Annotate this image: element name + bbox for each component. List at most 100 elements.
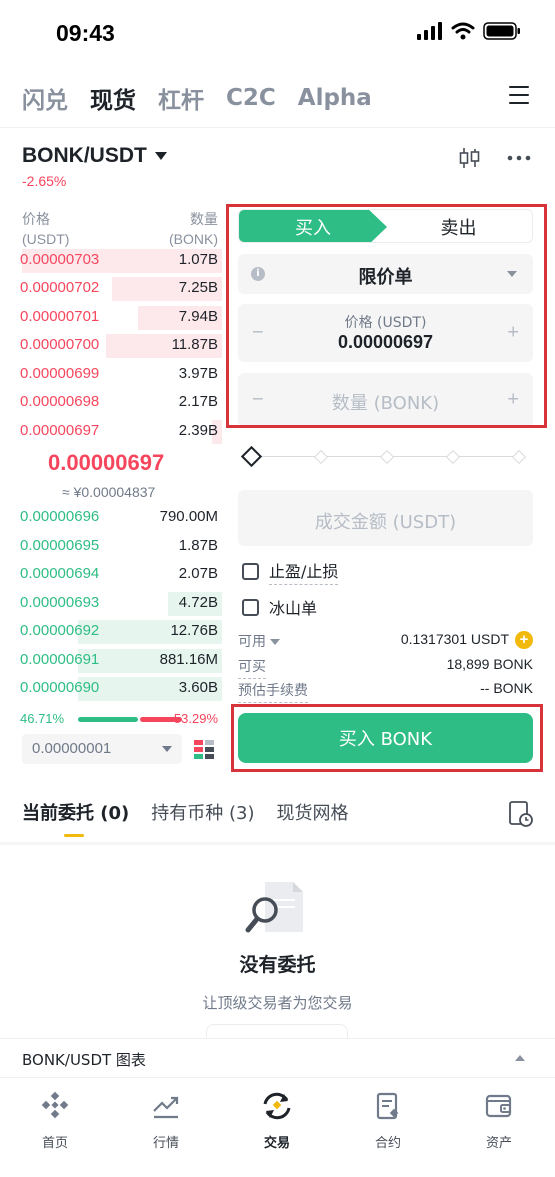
active-tab-indicator <box>64 834 84 837</box>
wallet-icon <box>485 1094 512 1118</box>
nav-home[interactable]: 首页 <box>15 1090 95 1151</box>
last-price[interactable]: 0.00000697 <box>48 450 164 476</box>
caret-down-icon <box>154 152 167 160</box>
top-tabs: 闪兑 现货 杠杆 C2C Alpha <box>22 78 372 118</box>
empty-subtitle: 让顶级交易者为您交易 <box>202 994 353 1012</box>
ask-row[interactable]: 0.00000700 11.87B <box>20 333 222 359</box>
precision-select[interactable]: 0.00000001 <box>22 734 182 764</box>
checkbox-icon[interactable] <box>242 598 259 616</box>
ask-row[interactable]: 0.00000697 2.39B <box>20 419 222 445</box>
copy-trading-button[interactable] <box>206 1024 348 1038</box>
price-header: 价格 <box>22 211 50 227</box>
last-price-fiat: ≈ ¥0.00004837 <box>62 484 156 500</box>
side-toggle: 买入 卖出 <box>238 209 533 243</box>
ask-qty: 2.17B <box>178 393 218 410</box>
buy-tab[interactable]: 买入 <box>239 210 387 242</box>
chart-toggle-bar[interactable]: BONK/USDT 图表 <box>0 1038 555 1078</box>
section-divider <box>0 842 555 845</box>
ask-price: 0.00000700 <box>20 336 100 353</box>
bid-row[interactable]: 0.00000692 12.76B <box>20 619 222 645</box>
iceberg-label: 冰山单 <box>269 599 318 618</box>
total-amount-input[interactable]: 成交金额 (USDT) <box>238 490 533 546</box>
ask-row[interactable]: 0.00000699 3.97B <box>20 362 218 388</box>
ask-price: 0.00000702 <box>20 279 100 296</box>
bid-price: 0.00000692 <box>20 622 100 639</box>
tab-margin[interactable]: 杠杆 <box>158 81 204 115</box>
bid-qty: 1.87B <box>178 537 218 554</box>
candlestick-chart-icon[interactable] <box>458 146 482 170</box>
bid-qty: 790.00M <box>159 508 218 525</box>
qty-header: 数量 <box>190 211 218 227</box>
buy-submit-button[interactable]: 买入 BONK <box>238 713 533 763</box>
home-icon <box>41 1091 69 1119</box>
nav-markets[interactable]: 行情 <box>126 1090 206 1151</box>
price-stepper[interactable]: − 价格 (USDT) 0.00000697 + <box>238 304 533 362</box>
bid-qty: 3.60B <box>178 679 218 696</box>
fee-value: -- BONK <box>480 680 533 696</box>
tp-sl-checkbox[interactable]: 止盈/止损 <box>242 558 339 585</box>
tab-alpha[interactable]: Alpha <box>298 85 372 111</box>
fee-row: 预估手续费 -- BONK <box>238 680 533 703</box>
nav-trade[interactable]: 交易 <box>237 1090 317 1151</box>
checkbox-icon[interactable] <box>242 563 259 580</box>
ask-row[interactable]: 0.00000701 7.94B <box>20 305 222 331</box>
available-selector[interactable]: 可用 <box>238 631 280 651</box>
tab-open-orders[interactable]: 当前委托 (0) <box>22 799 129 825</box>
quantity-stepper[interactable]: − 数量 (BONK) + <box>238 373 533 427</box>
pair-change: -2.65% <box>22 173 67 189</box>
price-input-label: 价格 (USDT) <box>344 315 427 331</box>
tab-convert[interactable]: 闪兑 <box>22 81 68 115</box>
plus-icon[interactable]: + <box>507 322 519 345</box>
bid-qty: 4.72B <box>178 594 218 611</box>
slider-handle[interactable] <box>240 445 263 468</box>
bid-row[interactable]: 0.00000691 881.16M <box>20 648 222 674</box>
ask-price: 0.00000701 <box>20 308 100 325</box>
tp-sl-label: 止盈/止损 <box>269 558 339 585</box>
nav-futures[interactable]: 合约 <box>348 1090 428 1151</box>
ask-row[interactable]: 0.00000698 2.17B <box>20 390 218 416</box>
amount-slider[interactable] <box>240 445 527 468</box>
can-buy-row: 可买 18,899 BONK <box>238 656 533 679</box>
tab-spot-grid[interactable]: 现货网格 <box>276 799 348 825</box>
slider-step[interactable] <box>313 449 329 465</box>
nav-assets[interactable]: 资产 <box>459 1090 539 1151</box>
bid-row[interactable]: 0.00000694 2.07B <box>20 562 218 588</box>
slider-step[interactable] <box>445 449 461 465</box>
slider-step[interactable] <box>379 449 395 465</box>
bid-row[interactable]: 0.00000695 1.87B <box>20 534 218 560</box>
sell-tab[interactable]: 卖出 <box>385 210 532 242</box>
caret-down-icon <box>270 639 280 646</box>
buy-ratio-bar <box>78 717 138 722</box>
pair-selector[interactable]: BONK/USDT <box>22 144 167 168</box>
ask-price: 0.00000703 <box>20 251 100 268</box>
bid-row[interactable]: 0.00000696 790.00M <box>20 505 218 531</box>
bid-qty: 12.76B <box>170 622 218 639</box>
quantity-input[interactable]: 数量 (BONK) <box>238 389 533 415</box>
ask-row[interactable]: 0.00000703 1.07B <box>20 248 222 274</box>
ask-qty: 11.87B <box>171 336 218 353</box>
bid-row[interactable]: 0.00000690 3.60B <box>20 676 222 702</box>
ask-price: 0.00000699 <box>20 365 100 382</box>
more-icon[interactable] <box>506 146 532 170</box>
wifi-icon <box>451 22 475 40</box>
price-input[interactable]: 0.00000697 <box>238 332 533 353</box>
tab-holdings[interactable]: 持有币种 (3) <box>151 799 254 825</box>
plus-icon[interactable]: + <box>507 389 519 412</box>
sell-ratio: 53.29% <box>173 711 218 726</box>
status-icons <box>417 22 521 40</box>
ask-qty: 2.39B <box>178 422 218 439</box>
menu-icon[interactable] <box>509 86 529 106</box>
battery-icon <box>483 22 520 40</box>
bid-row[interactable]: 0.00000693 4.72B <box>20 591 222 617</box>
tab-c2c[interactable]: C2C <box>226 85 276 111</box>
order-type-select[interactable]: i 限价单 <box>238 254 533 294</box>
tab-spot[interactable]: 现货 <box>90 81 136 115</box>
orderbook-layout-icon[interactable] <box>193 739 215 761</box>
order-history-icon[interactable] <box>508 800 534 828</box>
ask-row[interactable]: 0.00000702 7.25B <box>20 276 222 302</box>
iceberg-checkbox[interactable]: 冰山单 <box>242 595 317 619</box>
caret-down-icon <box>507 271 517 277</box>
ask-qty: 3.97B <box>178 365 218 382</box>
add-funds-icon[interactable]: + <box>515 631 533 650</box>
slider-step[interactable] <box>511 449 527 465</box>
